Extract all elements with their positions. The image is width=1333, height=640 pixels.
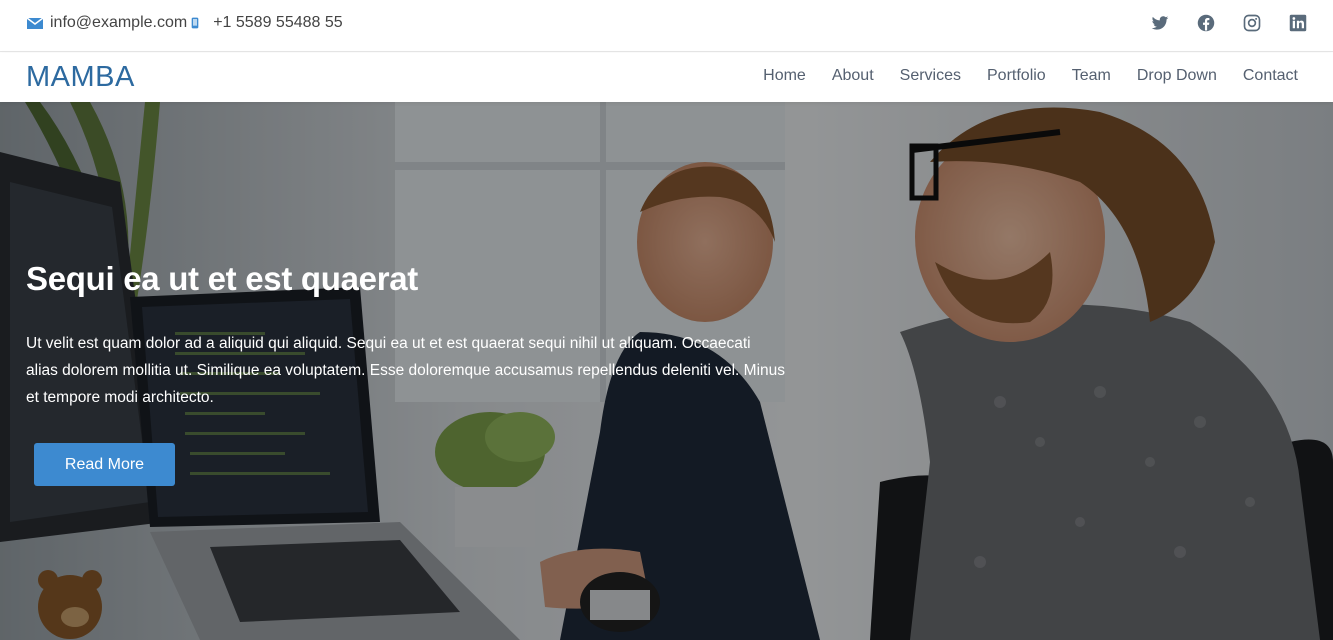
hero-title: Sequi ea ut et est quaerat — [26, 260, 418, 297]
nav-home[interactable]: Home — [763, 67, 806, 85]
social-links — [1151, 14, 1307, 32]
linkedin-icon[interactable] — [1289, 14, 1307, 32]
twitter-icon[interactable] — [1151, 14, 1169, 32]
email-contact[interactable]: info@example.com — [26, 14, 187, 32]
nav-team[interactable]: Team — [1072, 67, 1111, 85]
facebook-icon[interactable] — [1197, 14, 1215, 32]
nav-about[interactable]: About — [832, 67, 874, 85]
email-text: info@example.com — [50, 14, 188, 31]
contact-info: info@example.com +1 5589 55488 55 — [26, 14, 343, 32]
logo[interactable]: MAMBA — [26, 61, 135, 94]
nav-services[interactable]: Services — [900, 67, 961, 85]
phone-contact[interactable]: +1 5589 55488 55 — [191, 14, 343, 32]
top-bar: info@example.com +1 5589 55488 55 — [0, 0, 1333, 52]
nav-drop-down[interactable]: Drop Down — [1137, 67, 1217, 85]
read-more-button[interactable]: Read More — [34, 443, 175, 486]
phone-icon — [191, 17, 199, 29]
hero-text: Ut velit est quam dolor ad a aliquid qui… — [26, 335, 786, 406]
nav-portfolio[interactable]: Portfolio — [987, 67, 1046, 85]
phone-text: +1 5589 55488 55 — [213, 14, 343, 31]
hero-section: Sequi ea ut et est quaerat Ut velit est … — [0, 102, 1333, 640]
nav-contact[interactable]: Contact — [1243, 67, 1298, 85]
instagram-icon[interactable] — [1243, 14, 1261, 32]
envelope-icon — [26, 17, 44, 29]
site-header: MAMBA Home About Services Portfolio Team… — [0, 53, 1333, 102]
main-nav: Home About Services Portfolio Team Drop … — [737, 67, 1298, 85]
